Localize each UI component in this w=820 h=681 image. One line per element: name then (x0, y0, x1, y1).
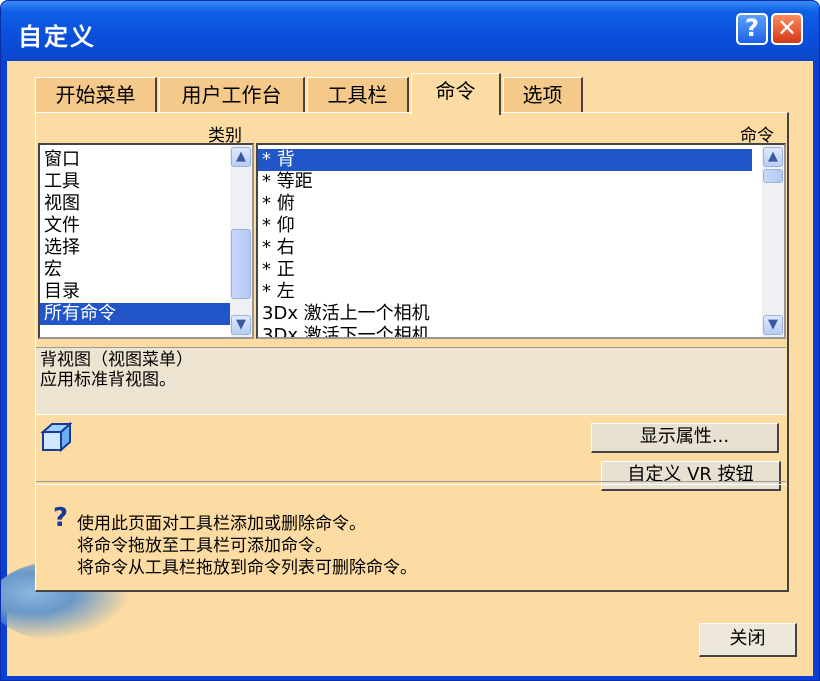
commands-list-item[interactable]: * 正 (258, 259, 752, 281)
hint-line-2: 将命令拖放至工具栏可添加命令。 (77, 536, 332, 556)
tab-toolbars[interactable]: 工具栏 (307, 77, 409, 113)
tab-start-menu[interactable]: 开始菜单 (35, 77, 157, 113)
tab-commands[interactable]: 命令 (411, 73, 501, 115)
scroll-thumb[interactable] (763, 169, 783, 183)
commands-list-item[interactable]: * 仰 (258, 215, 752, 237)
scroll-down-icon[interactable]: ▼ (763, 315, 783, 335)
category-list-item[interactable]: 选择 (40, 237, 232, 259)
category-list-item[interactable]: 宏 (40, 259, 232, 281)
divider (36, 481, 786, 485)
scroll-up-icon[interactable]: ▲ (763, 147, 783, 167)
category-list-item[interactable]: 视图 (40, 193, 232, 215)
category-list-item[interactable]: 目录 (40, 281, 232, 303)
scroll-thumb[interactable] (231, 229, 251, 299)
close-button[interactable]: 关闭 (699, 623, 797, 657)
commands-list[interactable]: * 背 * 等距 * 俯 * 仰 * 右 * 正 * 左 3Dx 激活上一个相机 3Dx 激活下… (256, 143, 786, 339)
show-properties-button[interactable]: 显示属性... (591, 423, 779, 453)
window-title: 自定义 (18, 23, 96, 51)
category-list-item[interactable]: 工具 (40, 171, 232, 193)
hint-line-3: 将命令从工具栏拖放到命令列表可删除命令。 (77, 558, 417, 578)
commands-list-item[interactable]: * 等距 (258, 171, 752, 193)
commands-list-item[interactable]: * 右 (258, 237, 752, 259)
category-list-item[interactable]: 窗口 (40, 149, 232, 171)
category-list-item[interactable]: 文件 (40, 215, 232, 237)
category-list-item[interactable]: 所有命令 (40, 303, 232, 325)
commands-list-item[interactable]: * 左 (258, 281, 752, 303)
commands-list-item[interactable]: * 俯 (258, 193, 752, 215)
help-button[interactable]: ? (736, 13, 768, 45)
category-list[interactable]: 窗口 工具 视图 文件 选择宏目录 所有命令 ▲ ▼ (38, 143, 254, 339)
tab-options[interactable]: 选项 (503, 77, 583, 113)
cube-view-icon (40, 421, 73, 453)
scroll-down-icon[interactable]: ▼ (231, 315, 251, 335)
commands-scrollbar[interactable]: ▲ ▼ (762, 145, 784, 337)
title-bar[interactable]: 自定义 ? ✕ (1, 1, 819, 61)
customize-dialog: 自定义 ? ✕ 开始菜单 用户工作台 工具栏 命令 选项 类别 命令 窗口 工具视… (0, 0, 820, 681)
commands-list-item[interactable]: * 背 (258, 149, 752, 171)
customize-vr-button[interactable]: 自定义 VR 按钮 (601, 461, 781, 491)
hint-line-1: 使用此页面对工具栏添加或删除命令。 (77, 514, 366, 534)
description-title: 背视图（视图菜单） (40, 350, 193, 370)
command-description: 背视图（视图菜单） 应用标准背视图。 (36, 347, 786, 415)
hint-text: 使用此页面对工具栏添加或删除命令。 将命令拖放至工具栏可添加命令。 将命令从工具… (77, 513, 417, 579)
category-scrollbar[interactable]: ▲ ▼ (230, 145, 252, 337)
commands-list-item[interactable]: 3Dx 激活下一个相机 (258, 325, 752, 337)
description-text: 应用标准背视图。 (40, 370, 176, 390)
tab-user-workbench[interactable]: 用户工作台 (159, 77, 305, 113)
help-question-icon: ? (53, 503, 69, 533)
commands-list-item[interactable]: 3Dx 激活上一个相机 (258, 303, 752, 325)
close-window-button[interactable]: ✕ (771, 13, 803, 45)
scroll-up-icon[interactable]: ▲ (231, 147, 251, 167)
